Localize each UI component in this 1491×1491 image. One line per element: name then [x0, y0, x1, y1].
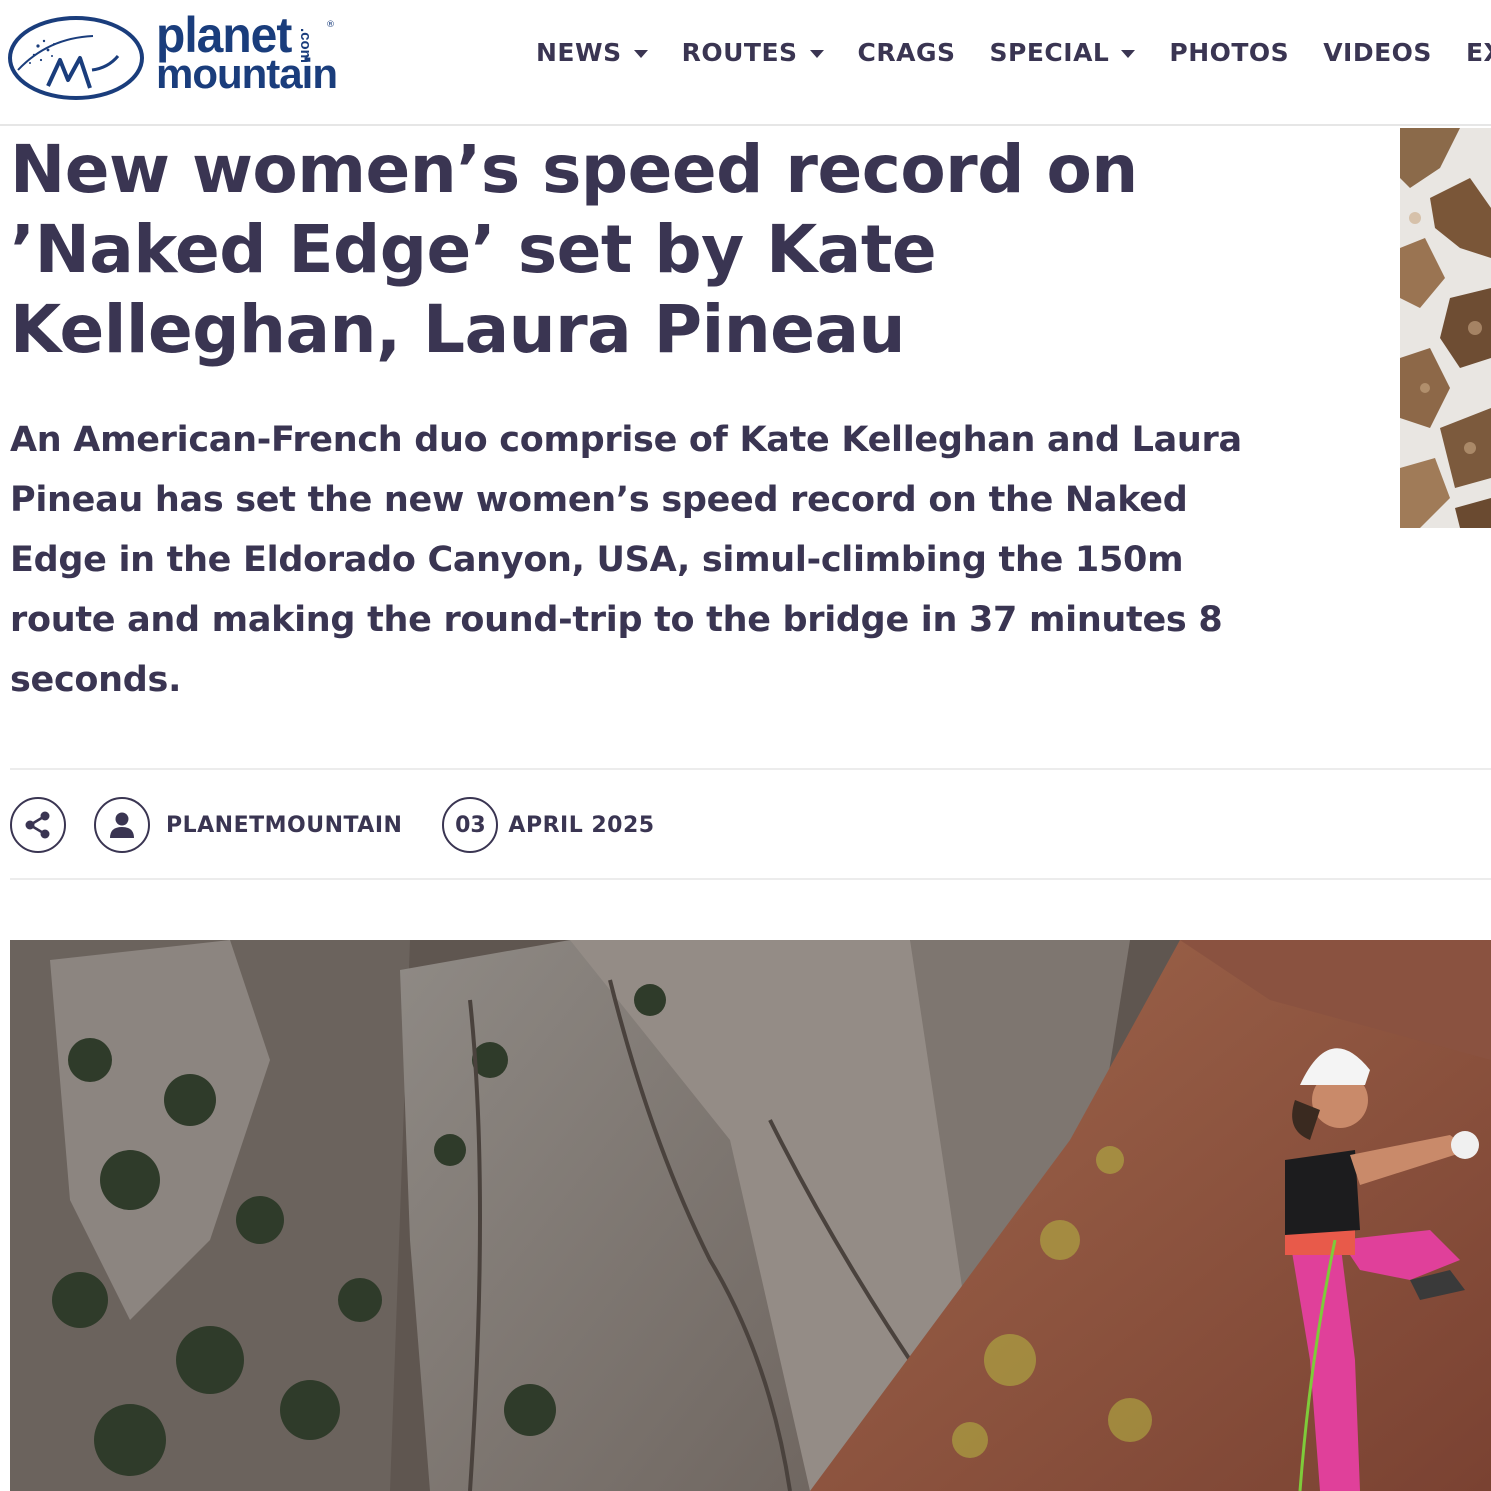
nav-item-videos[interactable]: VIDEOS — [1323, 38, 1432, 67]
nav-item-label: VIDEOS — [1323, 38, 1432, 67]
logo-dotcom: .com — [297, 28, 314, 64]
nav-item-label: PHOTOS — [1169, 38, 1290, 67]
date-month-year: APRIL 2025 — [508, 812, 655, 838]
author-name[interactable]: PLANETMOUNTAIN — [166, 813, 402, 838]
date-day-badge: 03 — [442, 797, 499, 853]
article-lead: An American-French duo comprise of Kate … — [10, 420, 1242, 700]
nav-item-label: SPECIAL — [989, 38, 1110, 67]
article-meta: PLANETMOUNTAIN 03 APRIL 2025 — [10, 796, 655, 854]
site-header: planet mountain .com ® NEWS ROUTES CRAGS… — [0, 0, 1491, 126]
nav-item-label: NEWS — [536, 38, 622, 67]
date-day: 03 — [455, 812, 486, 838]
caret-down-icon — [1121, 49, 1136, 58]
caret-down-icon — [809, 49, 824, 58]
meta-top-divider — [10, 768, 1491, 770]
nav-item-label: ROUTES — [681, 38, 798, 67]
side-thumbnail-image[interactable] — [1400, 128, 1491, 528]
nav-item-news[interactable]: NEWS — [536, 38, 648, 67]
share-button[interactable] — [10, 797, 66, 853]
share-icon — [25, 811, 50, 839]
nav-item-routes[interactable]: ROUTES — [682, 38, 824, 67]
nav-item-crags[interactable]: CRAGS — [858, 38, 956, 67]
logo-registered-mark: ® — [326, 20, 335, 30]
nav-item-label: CRAGS — [857, 38, 956, 67]
hero-image[interactable] — [10, 940, 1491, 1491]
article-title: New women’s speed record on ’Naked Edge’… — [10, 130, 1140, 370]
nav-item-ex[interactable]: EX — [1466, 38, 1491, 67]
climber-photo — [10, 940, 1491, 1491]
snowy-rock-photo — [1400, 128, 1491, 528]
mountain-logo-icon — [8, 16, 144, 100]
meta-bottom-divider — [10, 878, 1491, 880]
nav-item-label: EX — [1465, 38, 1491, 67]
caret-down-icon — [633, 49, 648, 58]
site-logo[interactable]: planet mountain .com ® — [8, 8, 338, 103]
nav-item-photos[interactable]: PHOTOS — [1169, 38, 1289, 67]
title-line: Kelleghan, Laura Pineau — [10, 291, 905, 368]
title-line: ’Naked Edge’ set by Kate — [10, 211, 937, 288]
author-avatar — [94, 797, 150, 853]
main-nav: NEWS ROUTES CRAGS SPECIAL PHOTOS VIDEOS … — [536, 38, 1491, 67]
nav-item-special[interactable]: SPECIAL — [990, 38, 1136, 67]
user-icon — [110, 812, 134, 838]
title-line: New women’s speed record on — [10, 131, 1138, 208]
